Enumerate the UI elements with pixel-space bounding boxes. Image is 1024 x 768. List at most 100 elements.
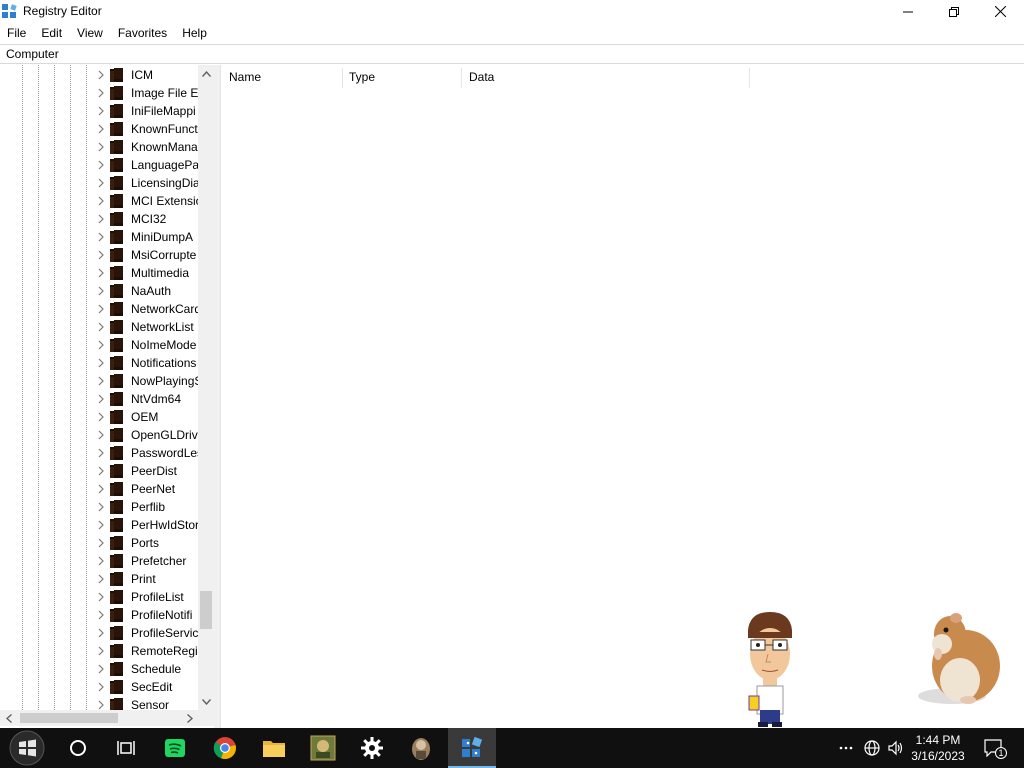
chrome-taskbar-button[interactable] xyxy=(201,728,249,768)
volume-button[interactable] xyxy=(884,728,908,768)
close-button[interactable] xyxy=(977,0,1023,23)
tree-item[interactable]: KnownMana xyxy=(0,138,198,156)
chevron-right-icon[interactable] xyxy=(96,610,106,620)
clock-button[interactable]: 1:44 PM 3/16/2023 xyxy=(908,728,968,768)
chevron-right-icon[interactable] xyxy=(96,358,106,368)
chevron-right-icon[interactable] xyxy=(96,160,106,170)
chevron-right-icon[interactable] xyxy=(96,268,106,278)
tree-item[interactable]: ICM xyxy=(0,66,198,84)
tree-item[interactable]: MCI Extensio xyxy=(0,192,198,210)
column-divider[interactable] xyxy=(749,68,750,88)
chevron-right-icon[interactable] xyxy=(96,106,106,116)
tree-item[interactable]: OpenGLDrive xyxy=(0,426,198,444)
value-list-pane[interactable]: Name Type Data xyxy=(220,65,1024,728)
tree-item[interactable]: Perflib xyxy=(0,498,198,516)
cortana-button[interactable] xyxy=(54,728,102,768)
chevron-right-icon[interactable] xyxy=(96,646,106,656)
chevron-right-icon[interactable] xyxy=(96,232,106,242)
tree-item[interactable]: Notifications xyxy=(0,354,198,372)
chevron-right-icon[interactable] xyxy=(96,88,106,98)
chevron-right-icon[interactable] xyxy=(96,178,106,188)
chevron-right-icon[interactable] xyxy=(96,340,106,350)
tree-item[interactable]: SecEdit xyxy=(0,678,198,696)
tree-item[interactable]: ProfileList xyxy=(0,588,198,606)
chevron-right-icon[interactable] xyxy=(96,628,106,638)
task-view-button[interactable] xyxy=(102,728,150,768)
tree-vertical-scrollbar[interactable] xyxy=(198,65,214,710)
chevron-right-icon[interactable] xyxy=(96,664,106,674)
tree-item[interactable]: NetworkCard xyxy=(0,300,198,318)
chevron-right-icon[interactable] xyxy=(96,502,106,512)
menu-help[interactable]: Help xyxy=(175,23,215,43)
menu-edit[interactable]: Edit xyxy=(34,23,70,43)
chevron-right-icon[interactable] xyxy=(96,412,106,422)
start-button[interactable] xyxy=(3,728,51,768)
menu-view[interactable]: View xyxy=(70,23,111,43)
network-button[interactable] xyxy=(860,728,884,768)
tree-item[interactable]: Ports xyxy=(0,534,198,552)
chevron-right-icon[interactable] xyxy=(96,322,106,332)
horizontal-scroll-thumb[interactable] xyxy=(20,713,118,723)
chevron-right-icon[interactable] xyxy=(96,376,106,386)
chevron-right-icon[interactable] xyxy=(96,592,106,602)
tree-item[interactable]: MCI32 xyxy=(0,210,198,228)
menu-favorites[interactable]: Favorites xyxy=(111,23,175,43)
tree-horizontal-scrollbar[interactable] xyxy=(0,710,198,726)
chevron-right-icon[interactable] xyxy=(96,430,106,440)
address-bar[interactable]: Computer xyxy=(0,44,1024,64)
chevron-right-icon[interactable] xyxy=(96,250,106,260)
minimize-button[interactable] xyxy=(885,0,931,23)
tree-item[interactable]: PasswordLes xyxy=(0,444,198,462)
chevron-right-icon[interactable] xyxy=(96,142,106,152)
tree-item[interactable]: NowPlayingS xyxy=(0,372,198,390)
scroll-up-button[interactable] xyxy=(198,65,214,82)
chevron-right-icon[interactable] xyxy=(96,700,106,710)
tree-item[interactable]: OEM xyxy=(0,408,198,426)
character-app-taskbar-button[interactable] xyxy=(397,728,445,768)
chevron-right-icon[interactable] xyxy=(96,682,106,692)
tree-item[interactable]: MiniDumpA xyxy=(0,228,198,246)
tree-item[interactable]: Print xyxy=(0,570,198,588)
chevron-right-icon[interactable] xyxy=(96,538,106,548)
tree-item[interactable]: Image File Ex xyxy=(0,84,198,102)
tree-item[interactable]: PeerDist xyxy=(0,462,198,480)
chevron-right-icon[interactable] xyxy=(96,286,106,296)
tree-item[interactable]: NtVdm64 xyxy=(0,390,198,408)
scroll-down-button[interactable] xyxy=(198,693,214,710)
column-header-name[interactable]: Name xyxy=(221,65,342,89)
tree-item[interactable]: NaAuth xyxy=(0,282,198,300)
spotify-taskbar-button[interactable] xyxy=(151,728,199,768)
chevron-right-icon[interactable] xyxy=(96,70,106,80)
tree-item[interactable]: NetworkList xyxy=(0,318,198,336)
tree-item[interactable]: PeerNet xyxy=(0,480,198,498)
chevron-right-icon[interactable] xyxy=(96,448,106,458)
file-explorer-taskbar-button[interactable] xyxy=(250,728,298,768)
column-header-data[interactable]: Data xyxy=(461,65,749,89)
tree-item[interactable]: Schedule xyxy=(0,660,198,678)
chevron-right-icon[interactable] xyxy=(96,124,106,134)
tree-item[interactable]: ProfileNotifi xyxy=(0,606,198,624)
tree-item[interactable]: Multimedia xyxy=(0,264,198,282)
chevron-right-icon[interactable] xyxy=(96,304,106,314)
tree-item[interactable]: LanguagePa xyxy=(0,156,198,174)
column-header-type[interactable]: Type xyxy=(341,65,461,89)
game-app-taskbar-button[interactable] xyxy=(299,728,347,768)
tree-item[interactable]: LicensingDia xyxy=(0,174,198,192)
tree-item[interactable]: Prefetcher xyxy=(0,552,198,570)
tree-item[interactable]: NoImeMode xyxy=(0,336,198,354)
tree-item[interactable]: MsiCorrupte xyxy=(0,246,198,264)
chevron-right-icon[interactable] xyxy=(96,574,106,584)
key-tree-pane[interactable]: ICM Image File Ex IniFileMappi KnownFunct Kn… xyxy=(0,65,214,728)
chevron-right-icon[interactable] xyxy=(96,484,106,494)
vertical-scroll-thumb[interactable] xyxy=(200,591,212,629)
tree-item[interactable]: IniFileMappi xyxy=(0,102,198,120)
tree-item[interactable]: PerHwIdStor xyxy=(0,516,198,534)
regedit-taskbar-button[interactable] xyxy=(448,728,496,768)
scroll-right-button[interactable] xyxy=(181,710,198,726)
chevron-right-icon[interactable] xyxy=(96,394,106,404)
chevron-right-icon[interactable] xyxy=(96,466,106,476)
tree-item[interactable]: RemoteRegis xyxy=(0,642,198,660)
restore-button[interactable] xyxy=(931,0,977,23)
settings-taskbar-button[interactable] xyxy=(348,728,396,768)
chevron-right-icon[interactable] xyxy=(96,196,106,206)
